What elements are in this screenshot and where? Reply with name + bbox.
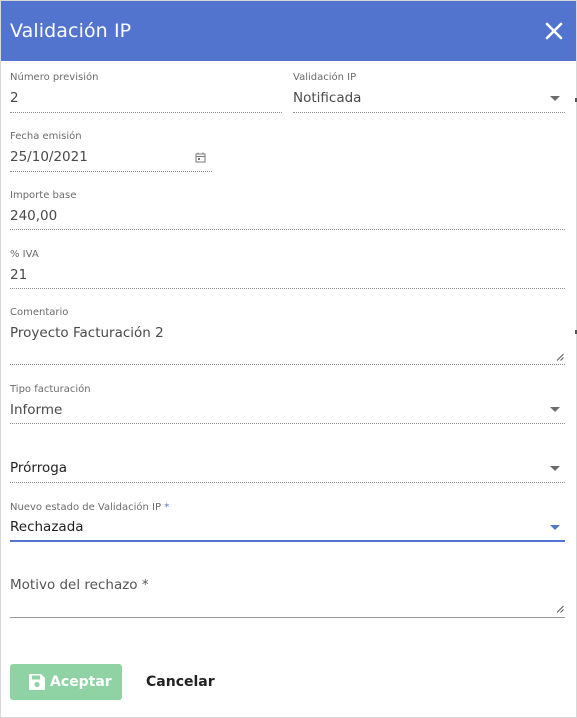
motivo-rechazo-placeholder: Motivo del rechazo * <box>10 577 149 593</box>
field-underline <box>10 229 565 230</box>
validacion-ip-field[interactable]: Validación IP Notificada <box>293 71 565 115</box>
iva-value: 21 <box>10 267 28 283</box>
cancel-button[interactable]: Cancelar <box>139 664 219 700</box>
validacion-ip-dialog: Validación IP Número previsión 2 Validac… <box>0 0 577 718</box>
iva-field[interactable]: % IVA 21 <box>10 248 565 292</box>
field-underline <box>10 482 565 483</box>
field-underline <box>10 171 212 172</box>
dialog-header: Validación IP <box>1 1 576 61</box>
field-underline-active <box>10 540 565 542</box>
fecha-emision-value: 25/10/2021 <box>10 149 88 165</box>
comentario-value: Proyecto Facturación 2 <box>10 325 164 341</box>
prorroga-field[interactable]: Prórroga <box>10 456 565 486</box>
dialog-title: Validación IP <box>10 20 132 42</box>
chevron-down-icon <box>550 407 560 412</box>
close-icon <box>545 22 563 40</box>
field-underline <box>10 288 565 289</box>
importe-base-field[interactable]: Importe base 240,00 <box>10 189 565 233</box>
chevron-down-icon <box>550 525 560 530</box>
numero-prevision-field[interactable]: Número previsión 2 <box>10 71 282 115</box>
accept-button[interactable]: Aceptar <box>10 664 122 700</box>
numero-prevision-value: 2 <box>10 90 19 106</box>
accept-button-label: Aceptar <box>50 674 112 690</box>
importe-base-label: Importe base <box>10 190 77 201</box>
validacion-ip-label: Validación IP <box>293 72 357 83</box>
chevron-down-icon <box>550 466 560 471</box>
chevron-down-icon <box>550 96 560 101</box>
save-icon <box>29 674 45 690</box>
fecha-emision-label: Fecha emisión <box>10 131 82 142</box>
iva-label: % IVA <box>10 249 39 260</box>
tipo-facturacion-value: Informe <box>10 402 63 418</box>
field-underline <box>10 423 565 424</box>
field-underline <box>10 112 282 113</box>
nuevo-estado-label: Nuevo estado de Validación IP * <box>10 501 169 514</box>
nuevo-estado-label-text: Nuevo estado de Validación IP <box>10 502 162 513</box>
cancel-button-label: Cancelar <box>146 674 215 690</box>
required-mark: * <box>164 502 170 513</box>
numero-prevision-label: Número previsión <box>10 72 99 83</box>
validacion-ip-value: Notificada <box>293 90 362 106</box>
importe-base-value: 240,00 <box>10 208 58 224</box>
comentario-field[interactable]: Comentario Proyecto Facturación 2 <box>10 306 565 368</box>
close-button[interactable] <box>544 21 564 41</box>
nuevo-estado-value: Rechazada <box>10 519 84 535</box>
resize-handle-icon[interactable] <box>556 353 564 361</box>
nuevo-estado-field[interactable]: Nuevo estado de Validación IP * Rechazad… <box>10 501 565 545</box>
prorroga-value: Prórroga <box>10 460 68 476</box>
motivo-rechazo-field[interactable]: Motivo del rechazo * <box>10 575 565 621</box>
fecha-emision-field[interactable]: Fecha emisión 25/10/2021 <box>10 130 212 174</box>
calendar-icon[interactable] <box>195 152 206 163</box>
field-underline <box>10 617 565 618</box>
tipo-facturacion-label: Tipo facturación <box>10 384 91 395</box>
resize-handle-icon[interactable] <box>556 605 564 613</box>
field-underline <box>293 112 565 113</box>
field-underline <box>10 364 565 365</box>
tipo-facturacion-field[interactable]: Tipo facturación Informe <box>10 383 565 427</box>
comentario-label: Comentario <box>10 307 69 318</box>
